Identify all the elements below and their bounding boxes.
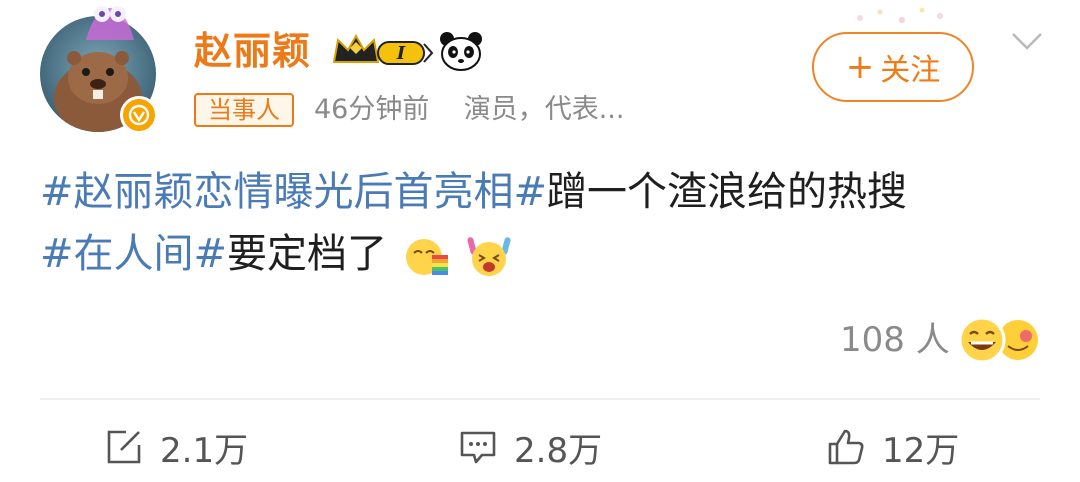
verified-badge-icon — [120, 96, 158, 134]
plus-icon: + — [845, 47, 875, 87]
user-description: 演员，代表... — [463, 94, 625, 125]
post-text: 蹭一个渣浪给的热搜 — [547, 169, 908, 215]
chevron-down-icon[interactable] — [1010, 30, 1044, 52]
rainbow-vomit-emoji-icon — [405, 239, 448, 275]
panda-icon — [440, 32, 482, 71]
username[interactable]: 赵丽颖 — [194, 28, 311, 74]
status-badge: 当事人 — [194, 93, 294, 127]
repost-button[interactable]: 2.1万 — [104, 424, 249, 471]
post-text: 要定档了 — [227, 231, 388, 277]
comment-button[interactable]: 2.8万 — [458, 424, 603, 471]
follow-button[interactable]: + 关注 — [812, 32, 974, 102]
post-meta: 46分钟前 演员，代表... — [314, 92, 624, 128]
like-button[interactable]: 12万 — [826, 424, 960, 471]
comment-count: 2.8万 — [514, 430, 603, 471]
divider — [40, 398, 1040, 400]
crown-level-badge-icon: I — [332, 33, 434, 65]
thumbs-up-icon — [828, 429, 864, 465]
avatar-pendant-icon — [86, 6, 134, 40]
level-text: I — [396, 43, 406, 64]
post-text-line-2: #在人间#要定档了 — [40, 228, 512, 280]
sparkle-decoration-icon — [857, 7, 943, 23]
like-count: 12万 — [882, 430, 960, 471]
comment-icon — [460, 431, 496, 464]
share-icon — [107, 430, 141, 464]
reaction-emojis-icon[interactable] — [956, 314, 1042, 366]
hashtag-link[interactable]: #赵丽颖恋情曝光后首亮相# — [40, 169, 547, 215]
hashtag-link[interactable]: #在人间# — [40, 231, 227, 277]
reaction-count[interactable]: 108 人 — [840, 318, 950, 362]
post-time: 46分钟前 — [314, 94, 430, 125]
repost-count: 2.1万 — [160, 430, 249, 471]
excited-glowsticks-emoji-icon — [467, 237, 512, 276]
post-text-line-1: #赵丽颖恋情曝光后首亮相#蹭一个渣浪给的热搜 — [40, 166, 907, 218]
follow-label: 关注 — [880, 53, 941, 88]
